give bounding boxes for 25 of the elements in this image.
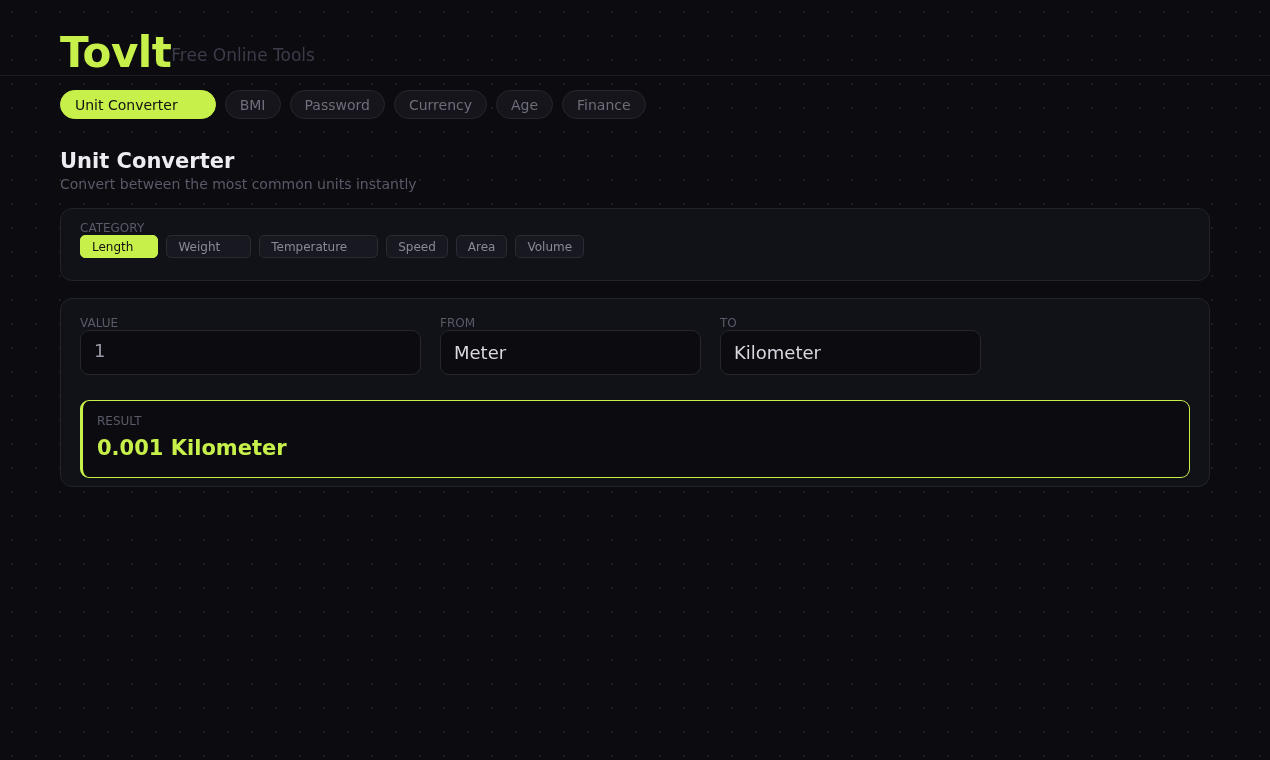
- unit-select[interactable]: Kilometer: [720, 330, 981, 375]
- category-chip[interactable]: Area: [455, 235, 508, 258]
- nav-tab[interactable]: Currency: [393, 90, 487, 119]
- value-field[interactable]: 1: [80, 330, 421, 375]
- tagline: Free Online Tools: [171, 45, 315, 65]
- field-label: TO: [720, 316, 738, 330]
- field-label: FROM: [440, 316, 477, 330]
- nav-tab[interactable]: Unit Converter: [60, 90, 216, 119]
- field-label: VALUE: [80, 316, 120, 330]
- field-label: CATEGORY: [80, 221, 146, 235]
- page-subtitle: Convert between the most common units instantly: [60, 176, 418, 192]
- category-chip[interactable]: Volume: [515, 235, 585, 258]
- category-chip[interactable]: Speed: [386, 235, 448, 258]
- page-title: Unit Converter: [60, 149, 236, 173]
- category-chip[interactable]: Length: [80, 235, 159, 258]
- nav-tab[interactable]: Finance: [562, 90, 646, 119]
- nav-tab[interactable]: Age: [496, 90, 554, 119]
- logo: Tovlt: [60, 30, 172, 75]
- result-value: 0.001 Kilometer: [97, 436, 287, 460]
- unit-select[interactable]: Meter: [440, 330, 701, 375]
- category-chip[interactable]: Weight: [166, 235, 252, 258]
- nav-tab[interactable]: Password: [289, 90, 385, 119]
- result-label: RESULT: [97, 414, 143, 428]
- nav-tab[interactable]: BMI: [224, 90, 281, 119]
- category-chip[interactable]: Temperature: [259, 235, 379, 258]
